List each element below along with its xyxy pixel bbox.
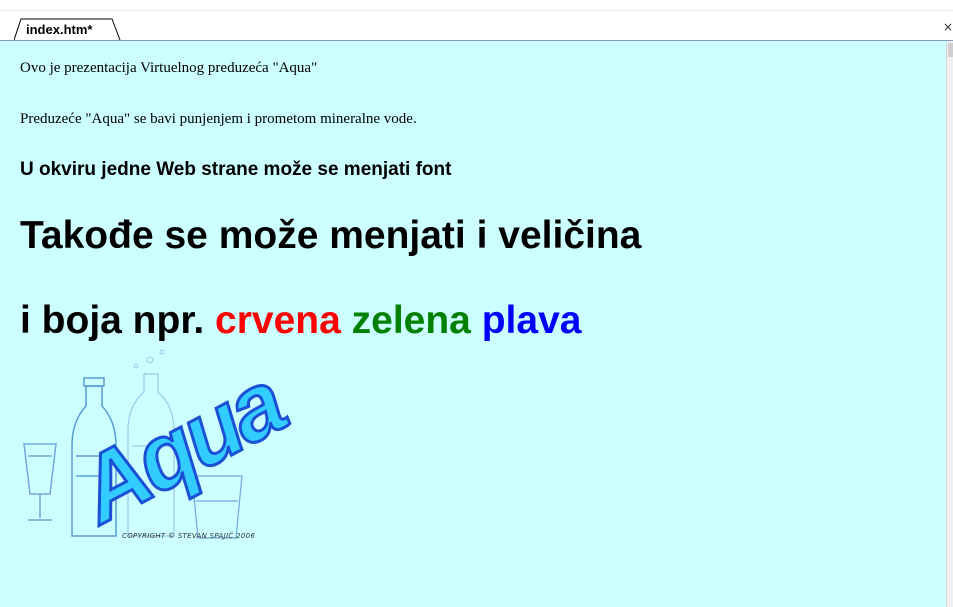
size-change-heading: Takođe se može menjati i veličina: [20, 214, 642, 257]
bubbles-drawing: [133, 349, 165, 369]
scrollbar-thumb[interactable]: [948, 43, 953, 57]
color-word-green: zelena: [351, 299, 471, 342]
aqua-wordmark: Aqua: [60, 351, 300, 543]
close-document-icon[interactable]: ×: [943, 20, 953, 34]
logo-copyright-text: COPYRIGHT © STEVAN SPAJIĆ 2006: [122, 532, 256, 540]
color-word-blue: plava: [481, 299, 582, 342]
intro-paragraph: Ovo je prezentacija Virtuelnog preduzeća…: [20, 60, 318, 76]
vertical-scrollbar[interactable]: [946, 41, 953, 607]
glass-drawing: [23, 443, 57, 521]
tab-label: index.htm*: [26, 22, 93, 37]
document-tab-strip: index.htm* ×: [0, 0, 953, 41]
tab-strip-top-border: [0, 10, 953, 11]
business-paragraph: Preduzeće "Aqua" se bavi punjenjem i pro…: [20, 111, 417, 127]
aqua-logo-image: Aqua: [23, 349, 302, 545]
font-change-heading: U okviru jedne Web strane može se menjat…: [20, 159, 452, 180]
